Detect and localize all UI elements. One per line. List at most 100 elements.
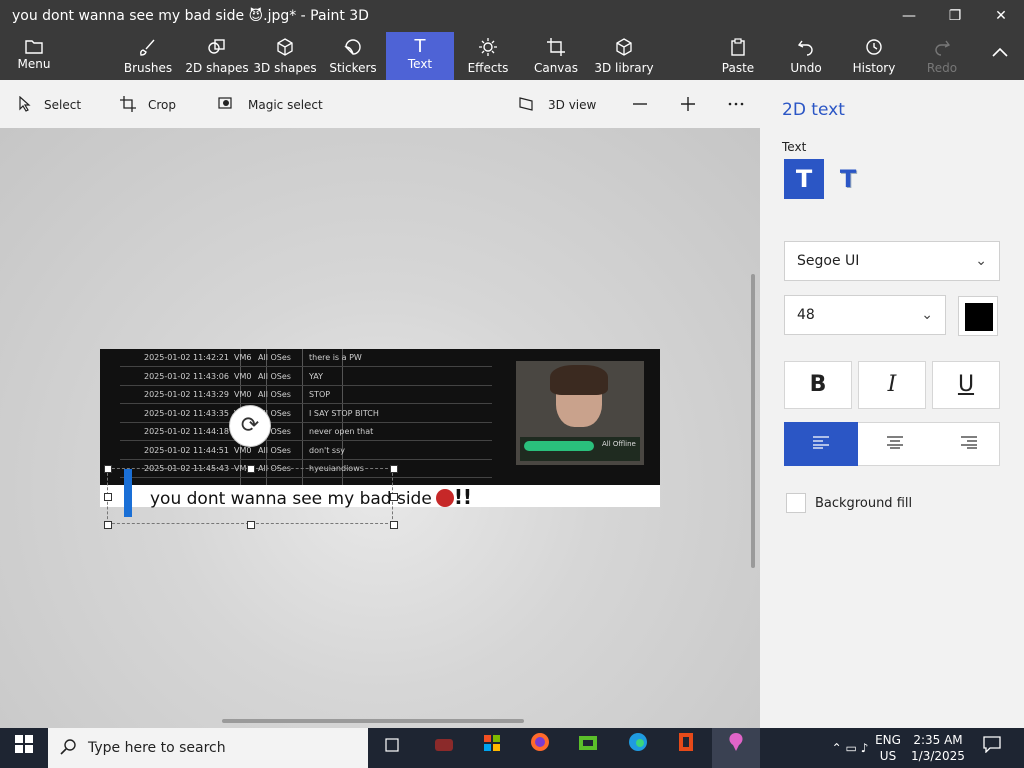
taskbar-minecraft-launcher[interactable] — [564, 728, 612, 768]
underline-button[interactable]: U — [932, 361, 1000, 409]
font-family-select[interactable]: Segoe UI ⌄ — [784, 241, 1000, 281]
font-size-select[interactable]: 48 ⌄ — [784, 295, 946, 335]
select-tool[interactable]: Select — [18, 95, 81, 115]
bold-button[interactable]: B — [784, 361, 852, 409]
menu-button[interactable]: Menu — [0, 32, 68, 80]
close-button[interactable]: ✕ — [978, 0, 1024, 32]
redo-icon — [918, 32, 966, 56]
log-vm: VM0 — [234, 371, 252, 381]
taskbar-paint-3d[interactable] — [712, 728, 760, 768]
magic-select-tool[interactable]: Magic select — [218, 95, 323, 115]
crop-label: Crop — [148, 98, 177, 112]
align-left-button[interactable] — [784, 422, 858, 466]
background-fill-checkbox[interactable] — [786, 493, 806, 513]
minimize-button[interactable]: — — [886, 0, 932, 32]
paste-button[interactable]: Paste — [712, 32, 764, 80]
taskbar-edge[interactable] — [614, 728, 662, 768]
font-size-value: 48 — [797, 307, 815, 323]
network-icon[interactable]: ▭ — [846, 741, 857, 755]
effects-button[interactable]: Effects — [456, 32, 520, 80]
resize-handle-bottom[interactable] — [247, 521, 255, 529]
language-indicator[interactable]: ENG US — [866, 728, 910, 768]
2d-text-button[interactable]: T — [784, 159, 824, 199]
crop-tool[interactable]: Crop — [120, 95, 176, 115]
taskbar-app-game[interactable] — [420, 728, 468, 768]
resize-handle-right[interactable] — [390, 493, 398, 501]
resize-handle-top-right[interactable] — [390, 465, 398, 473]
text-box[interactable]: you dont wanna see my bad side!! — [104, 465, 472, 529]
text-button[interactable]: T Text — [386, 32, 454, 80]
firefox-icon — [531, 733, 549, 751]
3d-text-button[interactable]: T — [828, 159, 868, 199]
launcher-icon — [579, 736, 597, 750]
effects-label: Effects — [467, 61, 509, 75]
more-options-button[interactable] — [728, 95, 744, 115]
maximize-button[interactable]: ❐ — [932, 0, 978, 32]
3d-view-toggle[interactable]: 3D view — [518, 95, 596, 115]
log-msg: there is a PW — [309, 353, 362, 362]
notifications-button[interactable] — [968, 728, 1016, 768]
3d-shapes-button[interactable]: 3D shapes — [252, 32, 318, 80]
undo-button[interactable]: Undo — [782, 32, 830, 80]
resize-handle-bottom-left[interactable] — [104, 521, 112, 529]
taskbar-firefox[interactable] — [516, 728, 564, 768]
text-properties-panel: 2D text Text T T Segoe UI ⌄ 48 ⌄ B I U B… — [760, 80, 1024, 728]
zoom-out-button[interactable] — [632, 95, 648, 115]
vertical-scrollbar[interactable] — [751, 274, 755, 568]
taskbar-office[interactable] — [662, 728, 710, 768]
start-button[interactable] — [0, 728, 48, 768]
clock[interactable]: 2:35 AM 1/3/2025 — [906, 728, 970, 768]
brushes-button[interactable]: Brushes — [114, 32, 182, 80]
green-badge — [524, 441, 594, 451]
canvas-label: Canvas — [533, 61, 579, 75]
stickers-button[interactable]: Stickers — [322, 32, 384, 80]
align-center-button[interactable] — [858, 422, 932, 466]
2d-shapes-button[interactable]: 2D shapes — [184, 32, 250, 80]
resize-handle-top-left[interactable] — [104, 465, 112, 473]
person-hair — [550, 365, 608, 395]
tool-options-bar: Select Crop Magic select 3D view — [0, 80, 760, 128]
devil-emoji-icon — [435, 489, 454, 507]
resize-handle-bottom-right[interactable] — [390, 521, 398, 529]
task-view-button[interactable] — [368, 728, 416, 768]
paint-3d-icon — [729, 733, 743, 751]
resize-handle-top[interactable] — [247, 465, 255, 473]
collapse-ribbon-button[interactable] — [982, 32, 1018, 80]
3d-library-label: 3D library — [594, 61, 654, 75]
magic-select-icon — [218, 96, 236, 115]
history-label: History — [852, 61, 896, 75]
taskbar: Type here to search ⌃ ▭ ♪ ENG US 2:35 AM… — [0, 728, 1024, 768]
chevron-up-icon — [982, 32, 1018, 57]
cursor-icon — [18, 95, 32, 115]
webcam-caption-bar: All Offline — [520, 437, 640, 461]
horizontal-scrollbar[interactable] — [222, 719, 524, 723]
taskbar-search-box[interactable]: Type here to search — [48, 728, 368, 768]
3d-library-button[interactable]: 3D library — [592, 32, 656, 80]
italic-button[interactable]: I — [858, 361, 926, 409]
undo-label: Undo — [790, 61, 822, 75]
log-time: 2025-01-02 11:44:51 — [144, 445, 229, 455]
align-right-icon — [961, 436, 977, 449]
canvas-button[interactable]: Canvas — [526, 32, 586, 80]
3d-view-icon — [518, 96, 536, 115]
panel-title: 2D text — [782, 100, 845, 120]
log-msg: don't ssy — [309, 445, 345, 455]
canvas-workspace[interactable]: 2025-01-02 11:42:21 VM6 All OSes there is a… — [0, 128, 760, 728]
chat-log-row: 2025-01-02 11:43:06 VM0 All OSes YAY — [120, 368, 492, 386]
history-button[interactable]: History — [848, 32, 900, 80]
log-vm: VM0 — [234, 390, 252, 399]
chevron-up-icon[interactable]: ⌃ — [832, 741, 842, 755]
taskbar-microsoft-store[interactable] — [468, 728, 516, 768]
redo-button[interactable]: Redo — [918, 32, 966, 80]
align-right-button[interactable] — [932, 422, 1006, 466]
notification-icon — [983, 736, 1001, 754]
rotate-handle-icon[interactable]: ⟳ — [229, 405, 271, 447]
log-os: All OSes — [258, 371, 291, 381]
resize-handle-left[interactable] — [104, 493, 112, 501]
log-os: All OSes — [258, 390, 291, 399]
typed-text[interactable]: you dont wanna see my bad side!! — [150, 485, 472, 509]
ribbon: Menu Brushes 2D shapes 3D shapes Sticker… — [0, 32, 1024, 80]
text-cursor — [124, 469, 132, 517]
zoom-in-button[interactable] — [680, 95, 696, 115]
text-color-picker[interactable] — [958, 296, 998, 336]
